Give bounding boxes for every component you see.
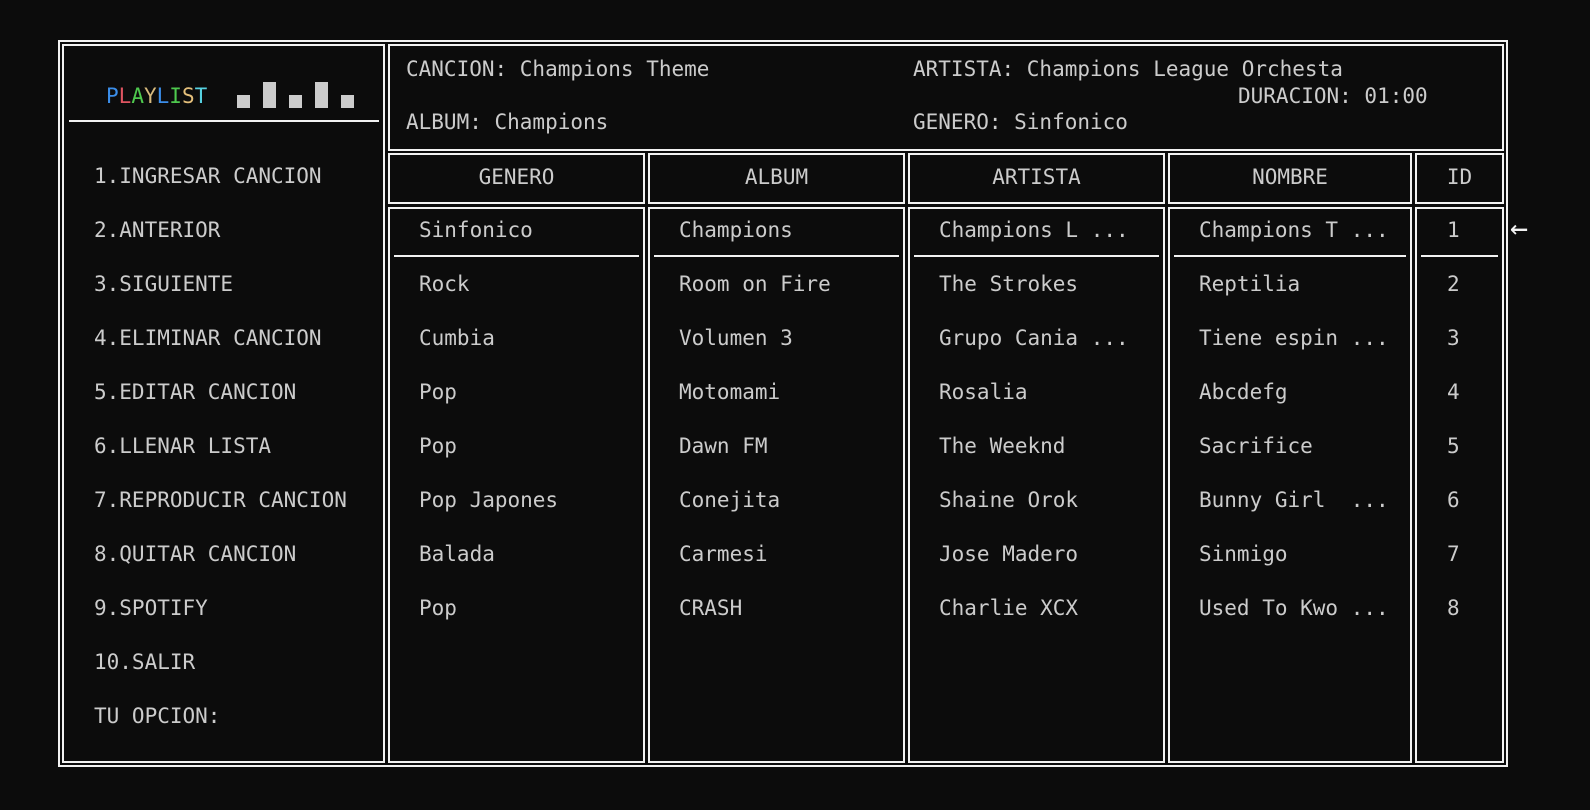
- logo-letter: I: [169, 84, 182, 108]
- genre-name: GENERO: Sinfonico: [913, 110, 1128, 134]
- menu-item[interactable]: 10.SALIR: [94, 649, 195, 675]
- table-cell-id[interactable]: 2: [1447, 271, 1460, 297]
- logo-letter: T: [194, 84, 208, 108]
- table-cell-artist[interactable]: Jose Madero: [939, 541, 1078, 567]
- table-cell-album[interactable]: Volumen 3: [679, 325, 793, 351]
- col-header-id: ID: [1446, 165, 1473, 189]
- table-cell-artist[interactable]: Shaine Orok: [939, 487, 1078, 513]
- song-duration: DURACION: 01:00: [1238, 84, 1428, 108]
- table-cell-album[interactable]: CRASH: [679, 595, 742, 621]
- logo-letter: S: [181, 84, 195, 108]
- menu-item[interactable]: 2.ANTERIOR: [94, 217, 220, 243]
- table-cell-id[interactable]: 1: [1447, 217, 1460, 243]
- menu-item[interactable]: 4.ELIMINAR CANCION: [94, 325, 322, 351]
- table-cell-artist[interactable]: Champions L ...: [939, 217, 1129, 243]
- table-cell-name[interactable]: Sinmigo: [1199, 541, 1288, 567]
- table-cell-id[interactable]: 4: [1447, 379, 1460, 405]
- menu-item[interactable]: 9.SPOTIFY: [94, 595, 208, 621]
- logo-text: PLAYLIST: [106, 83, 207, 109]
- table-cell-artist[interactable]: The Strokes: [939, 271, 1078, 297]
- table-cell-genre[interactable]: Pop: [419, 595, 457, 621]
- logo-letter: L: [156, 84, 170, 108]
- selected-row-underline: [914, 255, 1159, 257]
- table-cell-album[interactable]: Dawn FM: [679, 433, 768, 459]
- table-cell-name[interactable]: Used To Kwo ...: [1199, 595, 1389, 621]
- table-cell-id[interactable]: 7: [1447, 541, 1460, 567]
- table-cell-artist[interactable]: Charlie XCX: [939, 595, 1078, 621]
- table-cell-album[interactable]: Room on Fire: [679, 271, 831, 297]
- logo-letter: P: [106, 84, 119, 108]
- table-cell-name[interactable]: Tiene espin ...: [1199, 325, 1389, 351]
- album-name: ALBUM: Champions: [406, 110, 609, 134]
- table-cell-id[interactable]: 8: [1447, 595, 1460, 621]
- option-prompt[interactable]: TU OPCION:: [94, 703, 220, 729]
- table-cell-album[interactable]: Carmesi: [679, 541, 768, 567]
- table-cell-album[interactable]: Motomami: [679, 379, 780, 405]
- menu-item[interactable]: 3.SIGUIENTE: [94, 271, 233, 297]
- menu-item[interactable]: 1.INGRESAR CANCION: [94, 163, 322, 189]
- table-cell-name[interactable]: Abcdefg: [1199, 379, 1288, 405]
- table-cell-name[interactable]: Bunny Girl ...: [1199, 487, 1389, 513]
- selected-row-underline: [394, 255, 639, 257]
- artist-name: ARTISTA: Champions League Orchesta: [913, 57, 1343, 81]
- col-header-name: NOMBRE: [1252, 165, 1328, 189]
- menu-item[interactable]: 5.EDITAR CANCION: [94, 379, 296, 405]
- logo-letter: Y: [143, 84, 157, 108]
- menu-item[interactable]: 8.QUITAR CANCION: [94, 541, 296, 567]
- col-header-genre: GENERO: [478, 165, 555, 189]
- table-cell-genre[interactable]: Pop: [419, 433, 457, 459]
- table-cell-artist[interactable]: Rosalia: [939, 379, 1028, 405]
- current-song-arrow-icon: ←: [1510, 211, 1529, 246]
- table-cell-artist[interactable]: Grupo Cania ...: [939, 325, 1129, 351]
- table-cell-id[interactable]: 6: [1447, 487, 1460, 513]
- table-cell-genre[interactable]: Pop: [419, 379, 457, 405]
- selected-row-underline: [1174, 255, 1406, 257]
- song-title: CANCION: Champions Theme: [406, 57, 710, 81]
- table-cell-genre[interactable]: Cumbia: [419, 325, 495, 351]
- menu-item[interactable]: 6.LLENAR LISTA: [94, 433, 271, 459]
- table-cell-album[interactable]: Conejita: [679, 487, 780, 513]
- table-cell-name[interactable]: Reptilia: [1199, 271, 1300, 297]
- menu-item[interactable]: 7.REPRODUCIR CANCION: [94, 487, 347, 513]
- selected-row-underline: [654, 255, 899, 257]
- table-cell-id[interactable]: 3: [1447, 325, 1460, 351]
- table-cell-artist[interactable]: The Weeknd: [939, 433, 1065, 459]
- col-header-album: ALBUM: [744, 165, 809, 189]
- table-cell-genre[interactable]: Rock: [419, 271, 470, 297]
- table-cell-genre[interactable]: Sinfonico: [419, 217, 533, 243]
- table-cell-genre[interactable]: Balada: [419, 541, 495, 567]
- table-cell-album[interactable]: Champions: [679, 217, 793, 243]
- table-cell-id[interactable]: 5: [1447, 433, 1460, 459]
- selected-row-underline: [1421, 255, 1498, 257]
- sidebar-divider: [69, 120, 379, 122]
- table-cell-name[interactable]: Sacrifice: [1199, 433, 1313, 459]
- table-cell-name[interactable]: Champions T ...: [1199, 217, 1389, 243]
- logo-letter: A: [131, 84, 144, 108]
- table-cell-genre[interactable]: Pop Japones: [419, 487, 558, 513]
- col-header-artist: ARTISTA: [992, 165, 1081, 189]
- logo-letter: L: [118, 84, 132, 108]
